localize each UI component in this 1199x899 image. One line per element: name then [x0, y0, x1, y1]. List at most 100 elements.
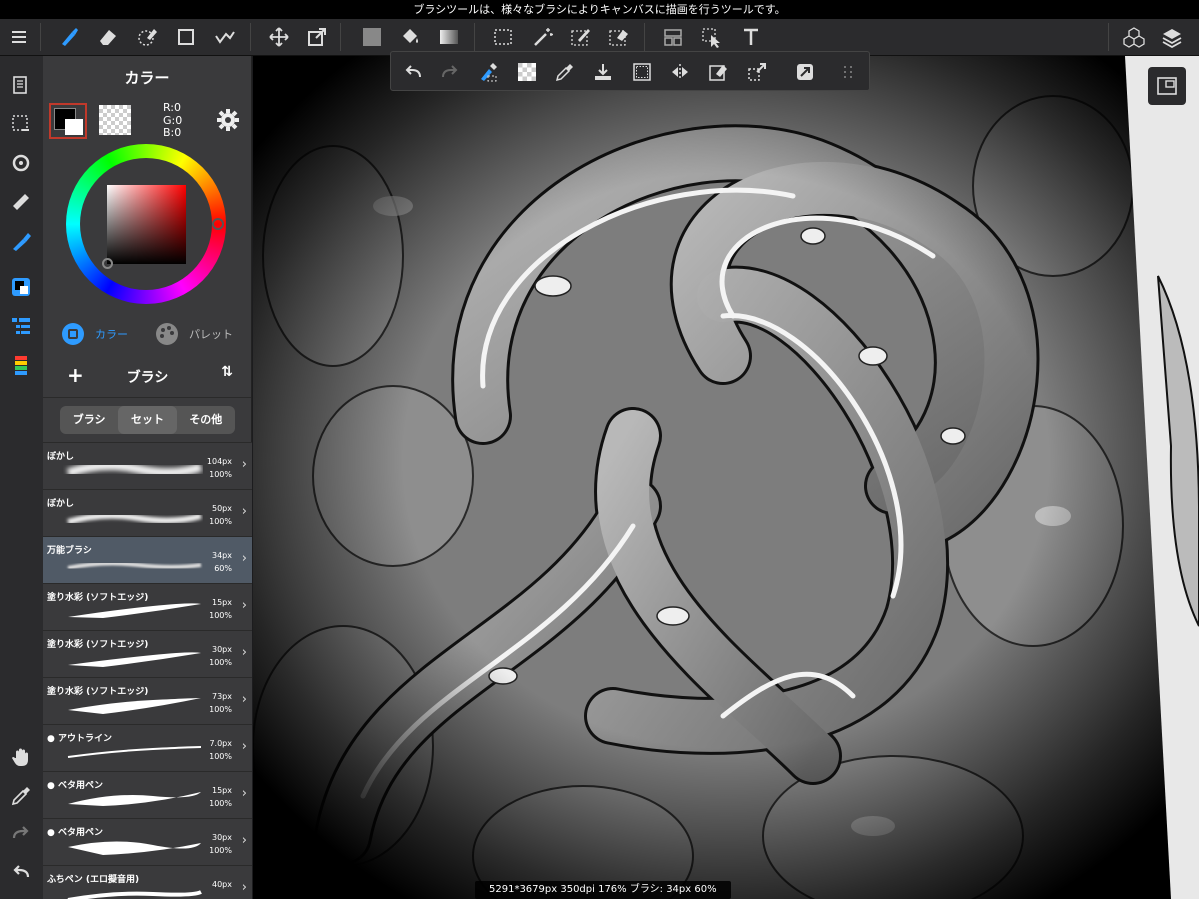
chevron-right-icon[interactable]: ›	[242, 786, 247, 801]
color-swatch-row: R:0 G:0 B:0	[43, 101, 252, 141]
brush-stroke-preview	[67, 512, 202, 525]
brush-panel-icon[interactable]	[6, 226, 36, 256]
chevron-right-icon[interactable]: ›	[242, 645, 247, 660]
chevron-right-icon[interactable]: ›	[242, 598, 247, 613]
stabilizer-icon[interactable]	[210, 23, 240, 51]
transparency-icon[interactable]	[513, 58, 541, 86]
rgb-b: B:0	[163, 126, 182, 139]
brush-size-px: 50px	[212, 504, 232, 513]
brush-stroke-preview	[68, 652, 201, 667]
segment-set[interactable]: セット	[118, 406, 177, 434]
brush-opacity: 100%	[209, 658, 232, 667]
eyedropper-icon[interactable]	[6, 781, 36, 811]
eraser-tool-icon[interactable]	[93, 23, 123, 51]
gradient-tool-icon[interactable]	[434, 23, 464, 51]
brush-item[interactable]: ぼかし 50px 100% ›	[43, 489, 252, 536]
chevron-right-icon[interactable]: ›	[242, 692, 247, 707]
fill-color-icon[interactable]	[357, 23, 387, 51]
redo-icon[interactable]	[6, 819, 36, 849]
brush-item[interactable]: ふちペン (エロ擬音用) 40px ›	[43, 865, 252, 899]
navigator-button[interactable]	[1148, 67, 1186, 105]
brush-size: 104px 100%	[207, 455, 232, 481]
tab-palette-label: パレット	[189, 328, 233, 341]
color-panel-icon[interactable]	[6, 272, 36, 302]
redo-icon[interactable]	[436, 58, 464, 86]
chevron-right-icon[interactable]: ›	[242, 739, 247, 754]
layer-list-icon[interactable]	[6, 311, 36, 341]
artwork[interactable]	[253, 56, 1199, 899]
brush-tool-icon[interactable]	[54, 23, 84, 51]
eyedropper-icon[interactable]	[551, 58, 579, 86]
brush-size-px: 40px	[212, 880, 232, 889]
chevron-right-icon[interactable]: ›	[242, 457, 247, 472]
bar-settings-icon[interactable]	[834, 58, 862, 86]
color-panel: カラー R:0 G:0 B:0 カラー パレット	[43, 56, 252, 354]
select-tool-icon[interactable]	[488, 23, 518, 51]
segment-brush[interactable]: ブラシ	[60, 406, 118, 434]
chevron-right-icon[interactable]: ›	[242, 504, 247, 519]
brush-item-selected[interactable]: 万能ブラシ 34px 60% ›	[43, 536, 252, 583]
transform-icon[interactable]	[743, 58, 771, 86]
hand-tool-icon[interactable]	[6, 742, 36, 772]
brush-size: 7.0px 100%	[209, 737, 232, 763]
ruler-icon[interactable]	[6, 187, 36, 217]
gear-icon[interactable]	[215, 107, 241, 133]
share-icon[interactable]	[791, 58, 819, 86]
palette-list-icon[interactable]	[6, 350, 36, 380]
flip-horizontal-icon[interactable]	[666, 58, 694, 86]
select-pen-icon[interactable]	[566, 23, 596, 51]
canvas[interactable]	[253, 56, 1199, 899]
select-eraser-icon[interactable]	[604, 23, 634, 51]
clear-selection-icon[interactable]	[704, 58, 732, 86]
brush-opacity: 60%	[214, 564, 232, 573]
move-tool-icon[interactable]	[264, 23, 294, 51]
rgb-readout: R:0 G:0 B:0	[163, 101, 182, 140]
frame-divide-icon[interactable]	[658, 23, 688, 51]
menu-icon[interactable]	[4, 23, 34, 51]
select-all-icon[interactable]	[628, 58, 656, 86]
left-sidebar	[0, 56, 43, 899]
brush-item[interactable]: 塗り水彩 (ソフトエッジ) 30px 100% ›	[43, 630, 252, 677]
color-wheel[interactable]	[66, 144, 226, 304]
chevron-right-icon[interactable]: ›	[242, 833, 247, 848]
undo-icon[interactable]	[399, 58, 427, 86]
clear-layer-icon[interactable]	[474, 58, 502, 86]
tool-tip-bar: ブラシツールは、様々なブラシによりキャンバスに描画を行うツールです。	[0, 0, 1199, 19]
brush-stroke-preview	[68, 841, 201, 855]
operation-tool-icon[interactable]	[697, 23, 727, 51]
brush-item[interactable]: ● アウトライン 7.0px 100% ›	[43, 724, 252, 771]
chevron-right-icon[interactable]: ›	[242, 880, 247, 895]
selection-icon[interactable]	[6, 109, 36, 139]
tab-color-label: カラー	[95, 328, 128, 341]
import-icon[interactable]	[589, 58, 617, 86]
brush-list: ぼかし 104px 100% › ぼかし 50px 100% › 万能ブラシ 34p…	[43, 442, 252, 899]
undo-icon[interactable]	[6, 858, 36, 888]
tab-palette[interactable]: パレット	[155, 322, 233, 346]
brush-item[interactable]: 塗り水彩 (ソフトエッジ) 73px 100% ›	[43, 677, 252, 724]
brush-size: 15px 100%	[209, 596, 232, 622]
rotate-canvas-icon[interactable]	[6, 148, 36, 178]
brush-item[interactable]: ぼかし 104px 100% ›	[43, 442, 252, 489]
magic-wand-icon[interactable]	[528, 23, 558, 51]
transform-tool-icon[interactable]	[302, 23, 332, 51]
foreground-color-swatch[interactable]	[49, 103, 87, 139]
shape-tool-icon[interactable]	[171, 23, 201, 51]
chevron-right-icon[interactable]: ›	[242, 551, 247, 566]
brush-item[interactable]: 塗り水彩 (ソフトエッジ) 15px 100% ›	[43, 583, 252, 630]
tab-color[interactable]: カラー	[61, 322, 128, 346]
selection-eraser-icon[interactable]	[132, 23, 162, 51]
brush-item[interactable]: ● ベタ用ペン 15px 100% ›	[43, 771, 252, 818]
brush-item[interactable]: ● ベタ用ペン 30px 100% ›	[43, 818, 252, 865]
bucket-tool-icon[interactable]	[395, 23, 425, 51]
background-color-swatch[interactable]	[99, 105, 131, 135]
segment-other[interactable]: その他	[177, 406, 235, 434]
brush-size: 30px 100%	[209, 643, 232, 669]
materials-icon[interactable]	[1119, 23, 1149, 51]
sv-knob[interactable]	[102, 258, 113, 269]
layers-icon[interactable]	[1157, 23, 1187, 51]
hue-knob[interactable]	[212, 218, 224, 230]
text-tool-icon[interactable]	[736, 23, 766, 51]
pages-icon[interactable]	[6, 70, 36, 100]
sort-brush-button[interactable]: ⇅	[221, 364, 233, 380]
saturation-value-square[interactable]	[107, 185, 186, 264]
